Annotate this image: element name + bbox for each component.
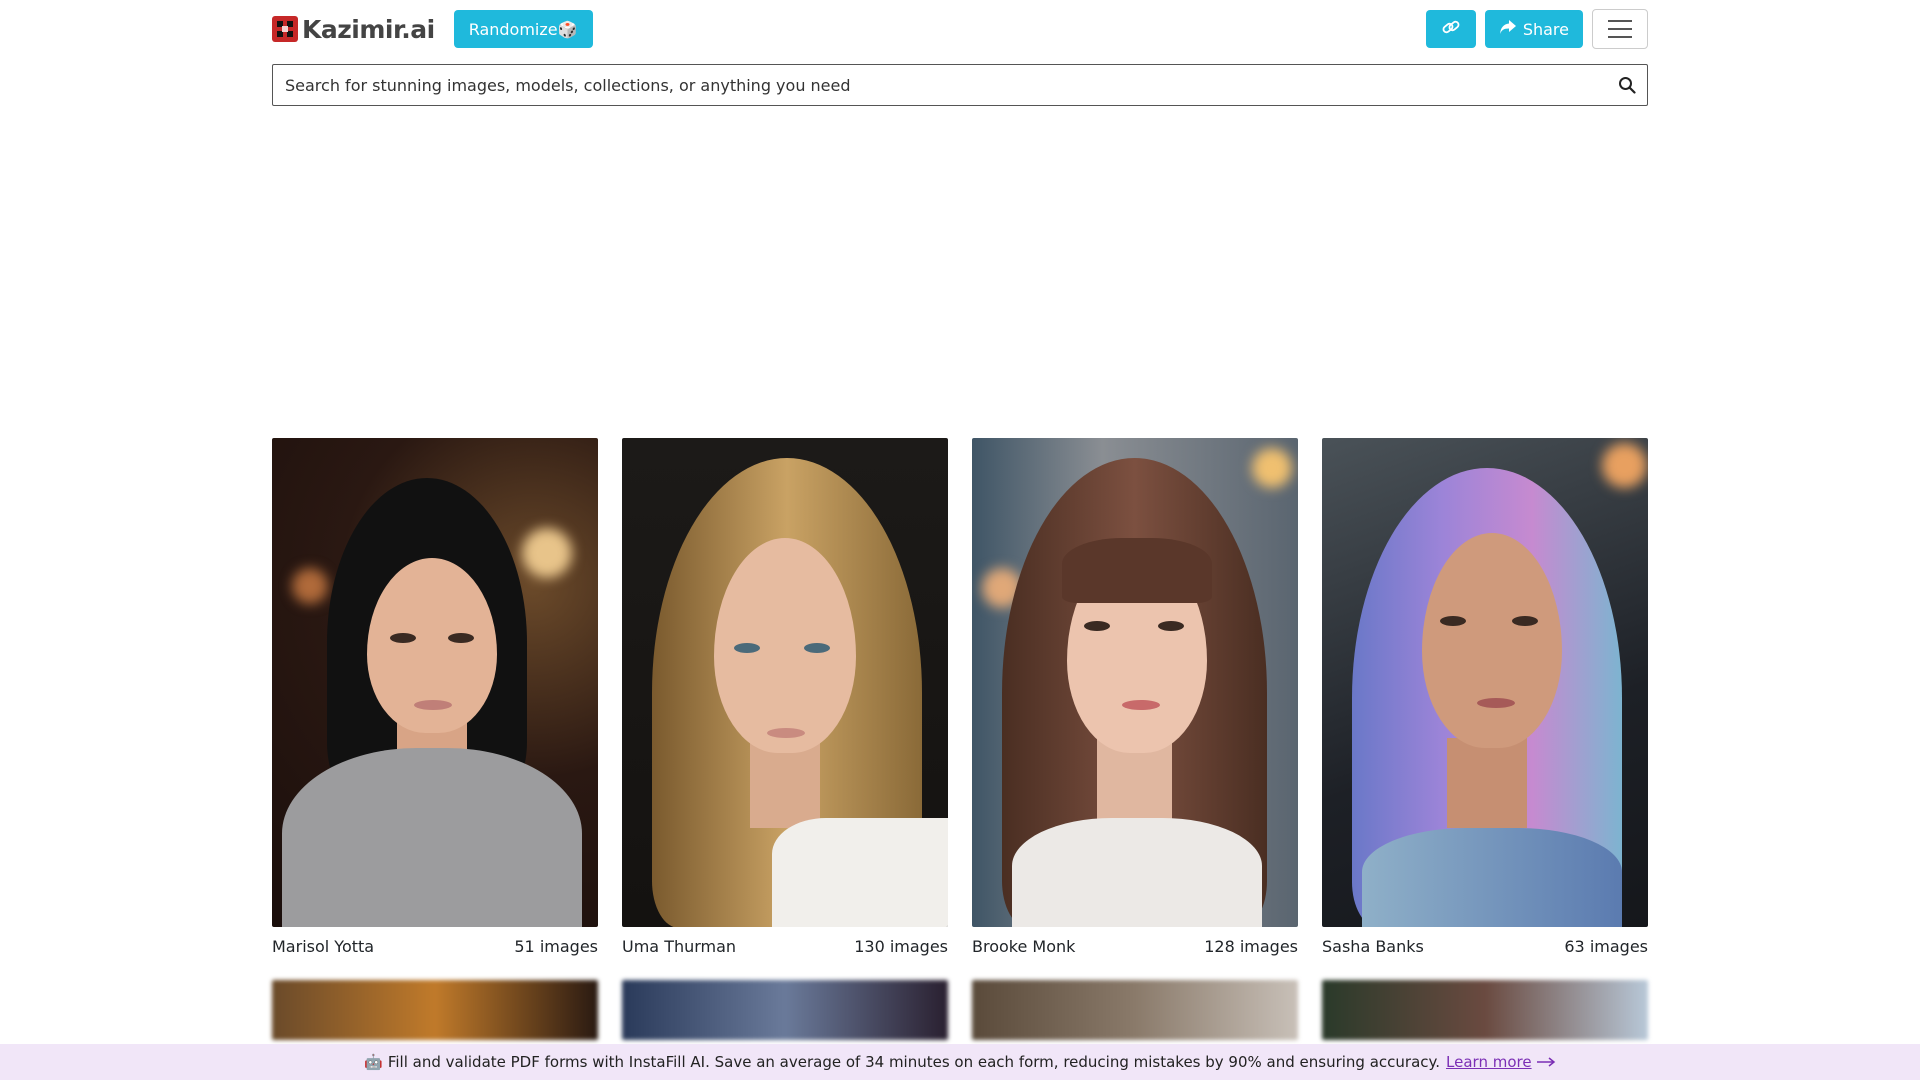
model-thumbnail[interactable] xyxy=(972,980,1298,1040)
model-card-meta: Brooke Monk 128 images xyxy=(972,937,1298,956)
model-thumbnail[interactable] xyxy=(622,980,948,1040)
model-card-meta: Sasha Banks 63 images xyxy=(1322,937,1648,956)
model-grid: Marisol Yotta 51 images Uma Thurman 130 … xyxy=(272,438,1648,956)
model-name[interactable]: Sasha Banks xyxy=(1322,937,1424,956)
model-grid-row-2 xyxy=(272,980,1648,1040)
image-count: 63 images xyxy=(1564,937,1648,956)
top-navbar: Kazimir.ai Randomize🎲 Share xyxy=(272,9,1648,49)
model-thumbnail[interactable] xyxy=(1322,980,1648,1040)
arrow-right-icon xyxy=(1536,1053,1556,1071)
model-card-meta: Marisol Yotta 51 images xyxy=(272,937,598,956)
image-count: 128 images xyxy=(1204,937,1298,956)
promo-banner: 🤖 Fill and validate PDF forms with Insta… xyxy=(0,1044,1920,1080)
model-card-meta: Uma Thurman 130 images xyxy=(622,937,948,956)
promo-text: 🤖 Fill and validate PDF forms with Insta… xyxy=(364,1053,1441,1071)
search-icon[interactable] xyxy=(1617,75,1637,95)
model-card[interactable]: Brooke Monk 128 images xyxy=(972,438,1298,956)
search-input[interactable] xyxy=(285,75,1617,95)
image-count: 130 images xyxy=(854,937,948,956)
hamburger-menu-icon xyxy=(1608,20,1632,22)
header-actions: Share xyxy=(1425,9,1648,49)
model-name[interactable]: Uma Thurman xyxy=(622,937,736,956)
search-bar xyxy=(272,64,1648,106)
logo-text: Kazimir.ai xyxy=(302,14,435,44)
copy-link-button[interactable] xyxy=(1425,10,1476,48)
learn-more-label: Learn more xyxy=(1446,1053,1532,1071)
randomize-button[interactable]: Randomize🎲 xyxy=(453,10,593,48)
hamburger-menu-button[interactable] xyxy=(1592,9,1648,49)
share-button-label: Share xyxy=(1522,19,1569,39)
link-icon xyxy=(1441,17,1461,41)
share-icon xyxy=(1499,19,1517,39)
model-thumbnail[interactable] xyxy=(1322,438,1648,927)
share-button[interactable]: Share xyxy=(1484,10,1583,48)
model-name[interactable]: Brooke Monk xyxy=(972,937,1075,956)
model-thumbnail[interactable] xyxy=(272,980,598,1040)
model-thumbnail[interactable] xyxy=(622,438,948,927)
site-logo[interactable]: Kazimir.ai xyxy=(272,10,435,48)
logo-icon xyxy=(272,16,298,42)
model-name[interactable]: Marisol Yotta xyxy=(272,937,374,956)
model-card[interactable]: Sasha Banks 63 images xyxy=(1322,438,1648,956)
image-count: 51 images xyxy=(514,937,598,956)
model-thumbnail[interactable] xyxy=(272,438,598,927)
model-card[interactable]: Uma Thurman 130 images xyxy=(622,438,948,956)
model-card[interactable]: Marisol Yotta 51 images xyxy=(272,438,598,956)
model-thumbnail[interactable] xyxy=(972,438,1298,927)
learn-more-link[interactable]: Learn more xyxy=(1446,1053,1556,1071)
